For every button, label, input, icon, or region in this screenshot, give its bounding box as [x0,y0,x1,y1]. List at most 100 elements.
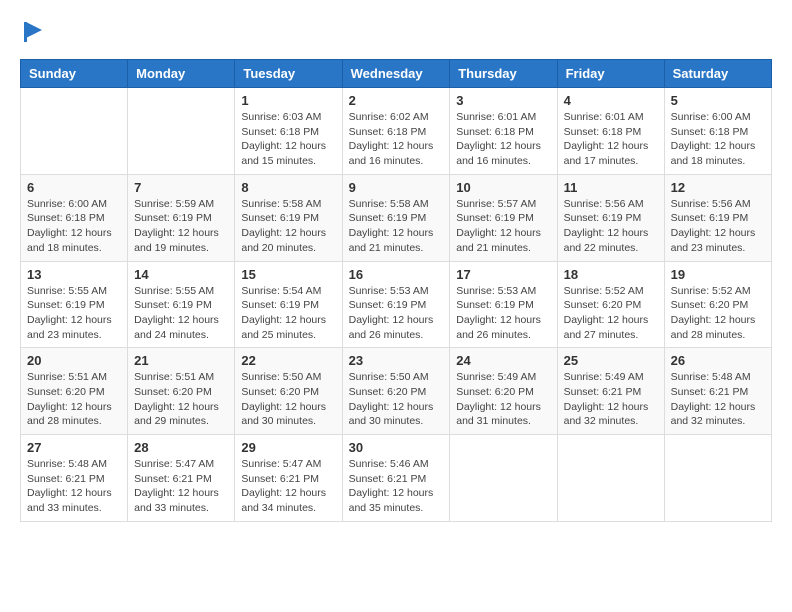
day-number: 26 [671,353,765,368]
day-number: 18 [564,267,658,282]
day-number: 23 [349,353,444,368]
day-number: 15 [241,267,335,282]
calendar-cell: 7 Sunrise: 5:59 AM Sunset: 6:19 PM Daylig… [128,174,235,261]
day-number: 9 [349,180,444,195]
day-info: Sunrise: 5:50 AM Sunset: 6:20 PM Dayligh… [349,370,444,429]
day-number: 21 [134,353,228,368]
day-info: Sunrise: 5:58 AM Sunset: 6:19 PM Dayligh… [349,197,444,256]
calendar-cell [128,88,235,175]
calendar-cell: 9 Sunrise: 5:58 AM Sunset: 6:19 PM Daylig… [342,174,450,261]
calendar-cell: 12 Sunrise: 5:56 AM Sunset: 6:19 PM Dayli… [664,174,771,261]
day-number: 24 [456,353,550,368]
day-info: Sunrise: 5:48 AM Sunset: 6:21 PM Dayligh… [27,457,121,516]
calendar-cell: 21 Sunrise: 5:51 AM Sunset: 6:20 PM Dayli… [128,348,235,435]
day-number: 16 [349,267,444,282]
day-info: Sunrise: 5:53 AM Sunset: 6:19 PM Dayligh… [456,284,550,343]
calendar-cell: 30 Sunrise: 5:46 AM Sunset: 6:21 PM Dayli… [342,435,450,522]
day-number: 25 [564,353,658,368]
calendar-cell: 3 Sunrise: 6:01 AM Sunset: 6:18 PM Daylig… [450,88,557,175]
day-info: Sunrise: 6:01 AM Sunset: 6:18 PM Dayligh… [564,110,658,169]
day-number: 8 [241,180,335,195]
day-number: 12 [671,180,765,195]
day-number: 13 [27,267,121,282]
calendar-cell: 6 Sunrise: 6:00 AM Sunset: 6:18 PM Daylig… [21,174,128,261]
day-number: 20 [27,353,121,368]
day-number: 17 [456,267,550,282]
calendar-week-row: 1 Sunrise: 6:03 AM Sunset: 6:18 PM Daylig… [21,88,772,175]
logo-text [20,20,46,49]
day-number: 28 [134,440,228,455]
day-number: 1 [241,93,335,108]
day-info: Sunrise: 5:50 AM Sunset: 6:20 PM Dayligh… [241,370,335,429]
calendar-cell: 15 Sunrise: 5:54 AM Sunset: 6:19 PM Dayli… [235,261,342,348]
day-info: Sunrise: 5:47 AM Sunset: 6:21 PM Dayligh… [134,457,228,516]
calendar-cell: 27 Sunrise: 5:48 AM Sunset: 6:21 PM Dayli… [21,435,128,522]
weekday-header-wednesday: Wednesday [342,60,450,88]
calendar-cell: 14 Sunrise: 5:55 AM Sunset: 6:19 PM Dayli… [128,261,235,348]
day-number: 3 [456,93,550,108]
day-info: Sunrise: 5:48 AM Sunset: 6:21 PM Dayligh… [671,370,765,429]
calendar-cell [21,88,128,175]
calendar-cell: 29 Sunrise: 5:47 AM Sunset: 6:21 PM Dayli… [235,435,342,522]
day-info: Sunrise: 5:53 AM Sunset: 6:19 PM Dayligh… [349,284,444,343]
weekday-header-row: SundayMondayTuesdayWednesdayThursdayFrid… [21,60,772,88]
calendar-cell [557,435,664,522]
calendar-week-row: 6 Sunrise: 6:00 AM Sunset: 6:18 PM Daylig… [21,174,772,261]
calendar-cell: 4 Sunrise: 6:01 AM Sunset: 6:18 PM Daylig… [557,88,664,175]
day-info: Sunrise: 6:00 AM Sunset: 6:18 PM Dayligh… [27,197,121,256]
calendar-cell: 20 Sunrise: 5:51 AM Sunset: 6:20 PM Dayli… [21,348,128,435]
calendar-cell: 8Sunrise: 5:58 AM Sunset: 6:19 PM Daylig… [235,174,342,261]
day-number: 10 [456,180,550,195]
weekday-header-tuesday: Tuesday [235,60,342,88]
day-number: 22 [241,353,335,368]
day-number: 14 [134,267,228,282]
weekday-header-saturday: Saturday [664,60,771,88]
day-info: Sunrise: 5:46 AM Sunset: 6:21 PM Dayligh… [349,457,444,516]
calendar-cell: 16 Sunrise: 5:53 AM Sunset: 6:19 PM Dayli… [342,261,450,348]
day-number: 27 [27,440,121,455]
day-number: 2 [349,93,444,108]
day-info: Sunrise: 5:57 AM Sunset: 6:19 PM Dayligh… [456,197,550,256]
weekday-header-sunday: Sunday [21,60,128,88]
logo-flag-icon [22,20,46,44]
day-number: 30 [349,440,444,455]
day-info: Sunrise: 5:56 AM Sunset: 6:19 PM Dayligh… [671,197,765,256]
calendar-cell: 1 Sunrise: 6:03 AM Sunset: 6:18 PM Daylig… [235,88,342,175]
day-info: Sunrise: 5:54 AM Sunset: 6:19 PM Dayligh… [241,284,335,343]
day-number: 29 [241,440,335,455]
day-number: 5 [671,93,765,108]
day-info: Sunrise: 5:49 AM Sunset: 6:20 PM Dayligh… [456,370,550,429]
calendar-cell: 2Sunrise: 6:02 AM Sunset: 6:18 PM Daylig… [342,88,450,175]
day-number: 6 [27,180,121,195]
day-number: 7 [134,180,228,195]
calendar-cell: 22 Sunrise: 5:50 AM Sunset: 6:20 PM Dayli… [235,348,342,435]
calendar-cell: 13Sunrise: 5:55 AM Sunset: 6:19 PM Dayli… [21,261,128,348]
day-info: Sunrise: 5:51 AM Sunset: 6:20 PM Dayligh… [134,370,228,429]
day-info: Sunrise: 6:00 AM Sunset: 6:18 PM Dayligh… [671,110,765,169]
day-info: Sunrise: 5:59 AM Sunset: 6:19 PM Dayligh… [134,197,228,256]
calendar-cell: 19Sunrise: 5:52 AM Sunset: 6:20 PM Dayli… [664,261,771,348]
day-info: Sunrise: 5:49 AM Sunset: 6:21 PM Dayligh… [564,370,658,429]
calendar-week-row: 27 Sunrise: 5:48 AM Sunset: 6:21 PM Dayli… [21,435,772,522]
day-info: Sunrise: 5:56 AM Sunset: 6:19 PM Dayligh… [564,197,658,256]
calendar-cell: 26 Sunrise: 5:48 AM Sunset: 6:21 PM Dayli… [664,348,771,435]
calendar-cell: 10 Sunrise: 5:57 AM Sunset: 6:19 PM Dayli… [450,174,557,261]
calendar-table: SundayMondayTuesdayWednesdayThursdayFrid… [20,59,772,522]
day-number: 11 [564,180,658,195]
calendar-cell [450,435,557,522]
day-info: Sunrise: 5:51 AM Sunset: 6:20 PM Dayligh… [27,370,121,429]
day-info: Sunrise: 5:55 AM Sunset: 6:19 PM Dayligh… [134,284,228,343]
calendar-cell: 23 Sunrise: 5:50 AM Sunset: 6:20 PM Dayli… [342,348,450,435]
calendar-week-row: 13 Sunrise: 5:55 AM Sunset: 6:19 PM Dayli… [21,261,772,348]
calendar-cell: 28 Sunrise: 5:47 AM Sunset: 6:21 PM Dayli… [128,435,235,522]
day-number: 4 [564,93,658,108]
calendar-cell: 24 Sunrise: 5:49 AM Sunset: 6:20 PM Dayli… [450,348,557,435]
day-info: Sunrise: 5:47 AM Sunset: 6:21 PM Dayligh… [241,457,335,516]
weekday-header-friday: Friday [557,60,664,88]
calendar-cell: 25 Sunrise: 5:49 AM Sunset: 6:21 PM Dayli… [557,348,664,435]
day-info: Sunrise: 6:01 AM Sunset: 6:18 PM Dayligh… [456,110,550,169]
calendar-cell [664,435,771,522]
day-info: Sunrise: 6:03 AM Sunset: 6:18 PM Dayligh… [241,110,335,169]
calendar-cell: 18Sunrise: 5:52 AM Sunset: 6:20 PM Dayli… [557,261,664,348]
header [20,20,772,49]
